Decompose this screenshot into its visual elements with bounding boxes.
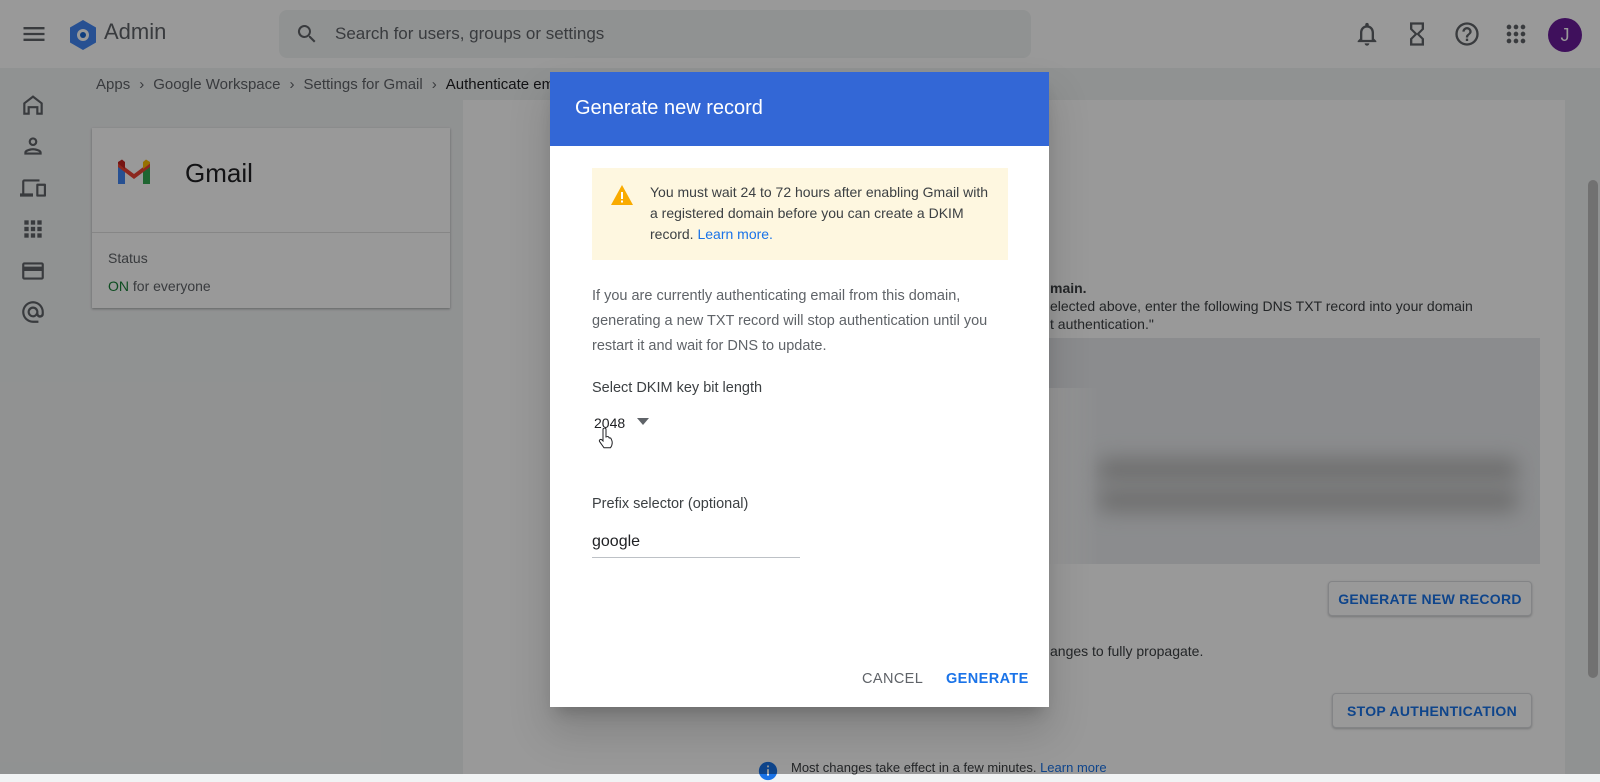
dialog-header: Generate new record [550, 72, 1049, 146]
cancel-button[interactable]: CANCEL [862, 668, 923, 690]
generate-button[interactable]: GENERATE [946, 668, 1028, 690]
warning-triangle-icon [610, 184, 634, 206]
warning-banner: You must wait 24 to 72 hours after enabl… [592, 168, 1008, 260]
dropdown-arrow-icon [637, 418, 649, 426]
generate-record-dialog: Generate new record You must wait 24 to … [550, 72, 1049, 707]
warning-message: You must wait 24 to 72 hours after enabl… [650, 182, 990, 245]
prefix-selector-label: Prefix selector (optional) [592, 496, 749, 512]
hand-pointer-cursor-icon [598, 428, 614, 450]
prefix-selector-input[interactable] [592, 527, 800, 558]
bit-length-label: Select DKIM key bit length [592, 380, 763, 396]
dialog-title: Generate new record [575, 97, 763, 119]
dialog-info-text: If you are currently authenticating emai… [592, 288, 988, 354]
warning-learn-more-link[interactable]: Learn more. [697, 226, 772, 242]
